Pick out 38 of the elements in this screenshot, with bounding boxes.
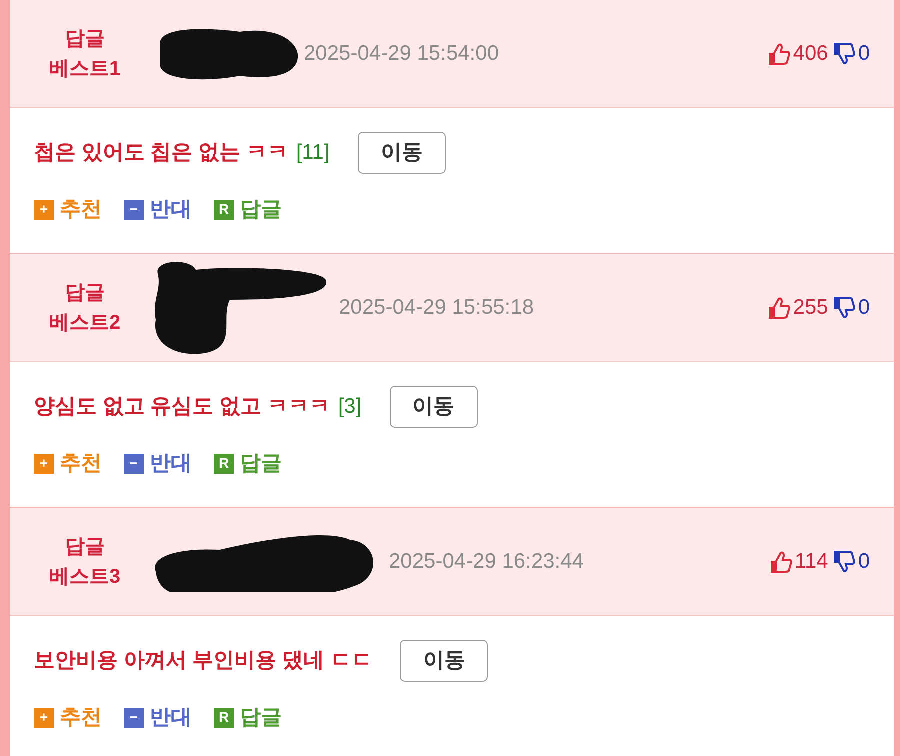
reply-button[interactable]: R 답글 <box>214 702 282 734</box>
recommend-button[interactable]: + 추천 <box>34 448 102 480</box>
reply-button[interactable]: R 답글 <box>214 194 282 226</box>
thumbs-down-icon[interactable] <box>834 296 856 320</box>
recommend-button[interactable]: + 추천 <box>34 702 102 734</box>
comment-text: 보안비용 아껴서 부인비용 댔네 ㄷㄷ <box>34 648 372 674</box>
rank-title: 베스트3 <box>49 564 121 590</box>
comment-text: 첩은 있어도 칩은 없는 ㅋㅋ <box>34 140 288 166</box>
dislike-count: 0 <box>858 548 870 575</box>
thumbs-up-icon[interactable] <box>769 42 792 66</box>
oppose-button[interactable]: − 반대 <box>124 194 192 226</box>
reply-count: [11] <box>296 140 330 166</box>
move-button[interactable]: 이동 <box>358 132 446 174</box>
oppose-button[interactable]: − 반대 <box>124 702 192 734</box>
like-count: 255 <box>793 294 828 321</box>
reply-button[interactable]: R 답글 <box>214 448 282 480</box>
like-count: 406 <box>793 40 828 67</box>
reply-count: [3] <box>338 394 362 420</box>
move-button[interactable]: 이동 <box>390 386 478 428</box>
thumbs-up-icon[interactable] <box>769 296 792 320</box>
dislike-count: 0 <box>858 40 870 67</box>
comment-text: 양심도 없고 유심도 없고 ㅋㅋㅋ <box>34 394 330 420</box>
thumbs-up-icon[interactable] <box>770 550 793 574</box>
rank-label: 답글 <box>65 26 105 52</box>
dislike-count: 0 <box>858 294 870 321</box>
thumbs-down-icon[interactable] <box>834 42 856 66</box>
oppose-button[interactable]: − 반대 <box>124 448 192 480</box>
like-count: 114 <box>794 548 828 575</box>
post-time: 2025-04-29 16:23:44 <box>389 548 584 575</box>
rank-title: 베스트1 <box>49 56 121 82</box>
thumbs-down-icon[interactable] <box>834 550 856 574</box>
recommend-button[interactable]: + 추천 <box>34 194 102 226</box>
post-time: 2025-04-29 15:55:18 <box>339 294 534 321</box>
move-button[interactable]: 이동 <box>400 640 488 682</box>
post-time: 2025-04-29 15:54:00 <box>304 40 499 67</box>
rank-label: 답글 <box>65 534 105 560</box>
rank-label: 답글 <box>65 280 105 306</box>
rank-title: 베스트2 <box>49 310 121 336</box>
